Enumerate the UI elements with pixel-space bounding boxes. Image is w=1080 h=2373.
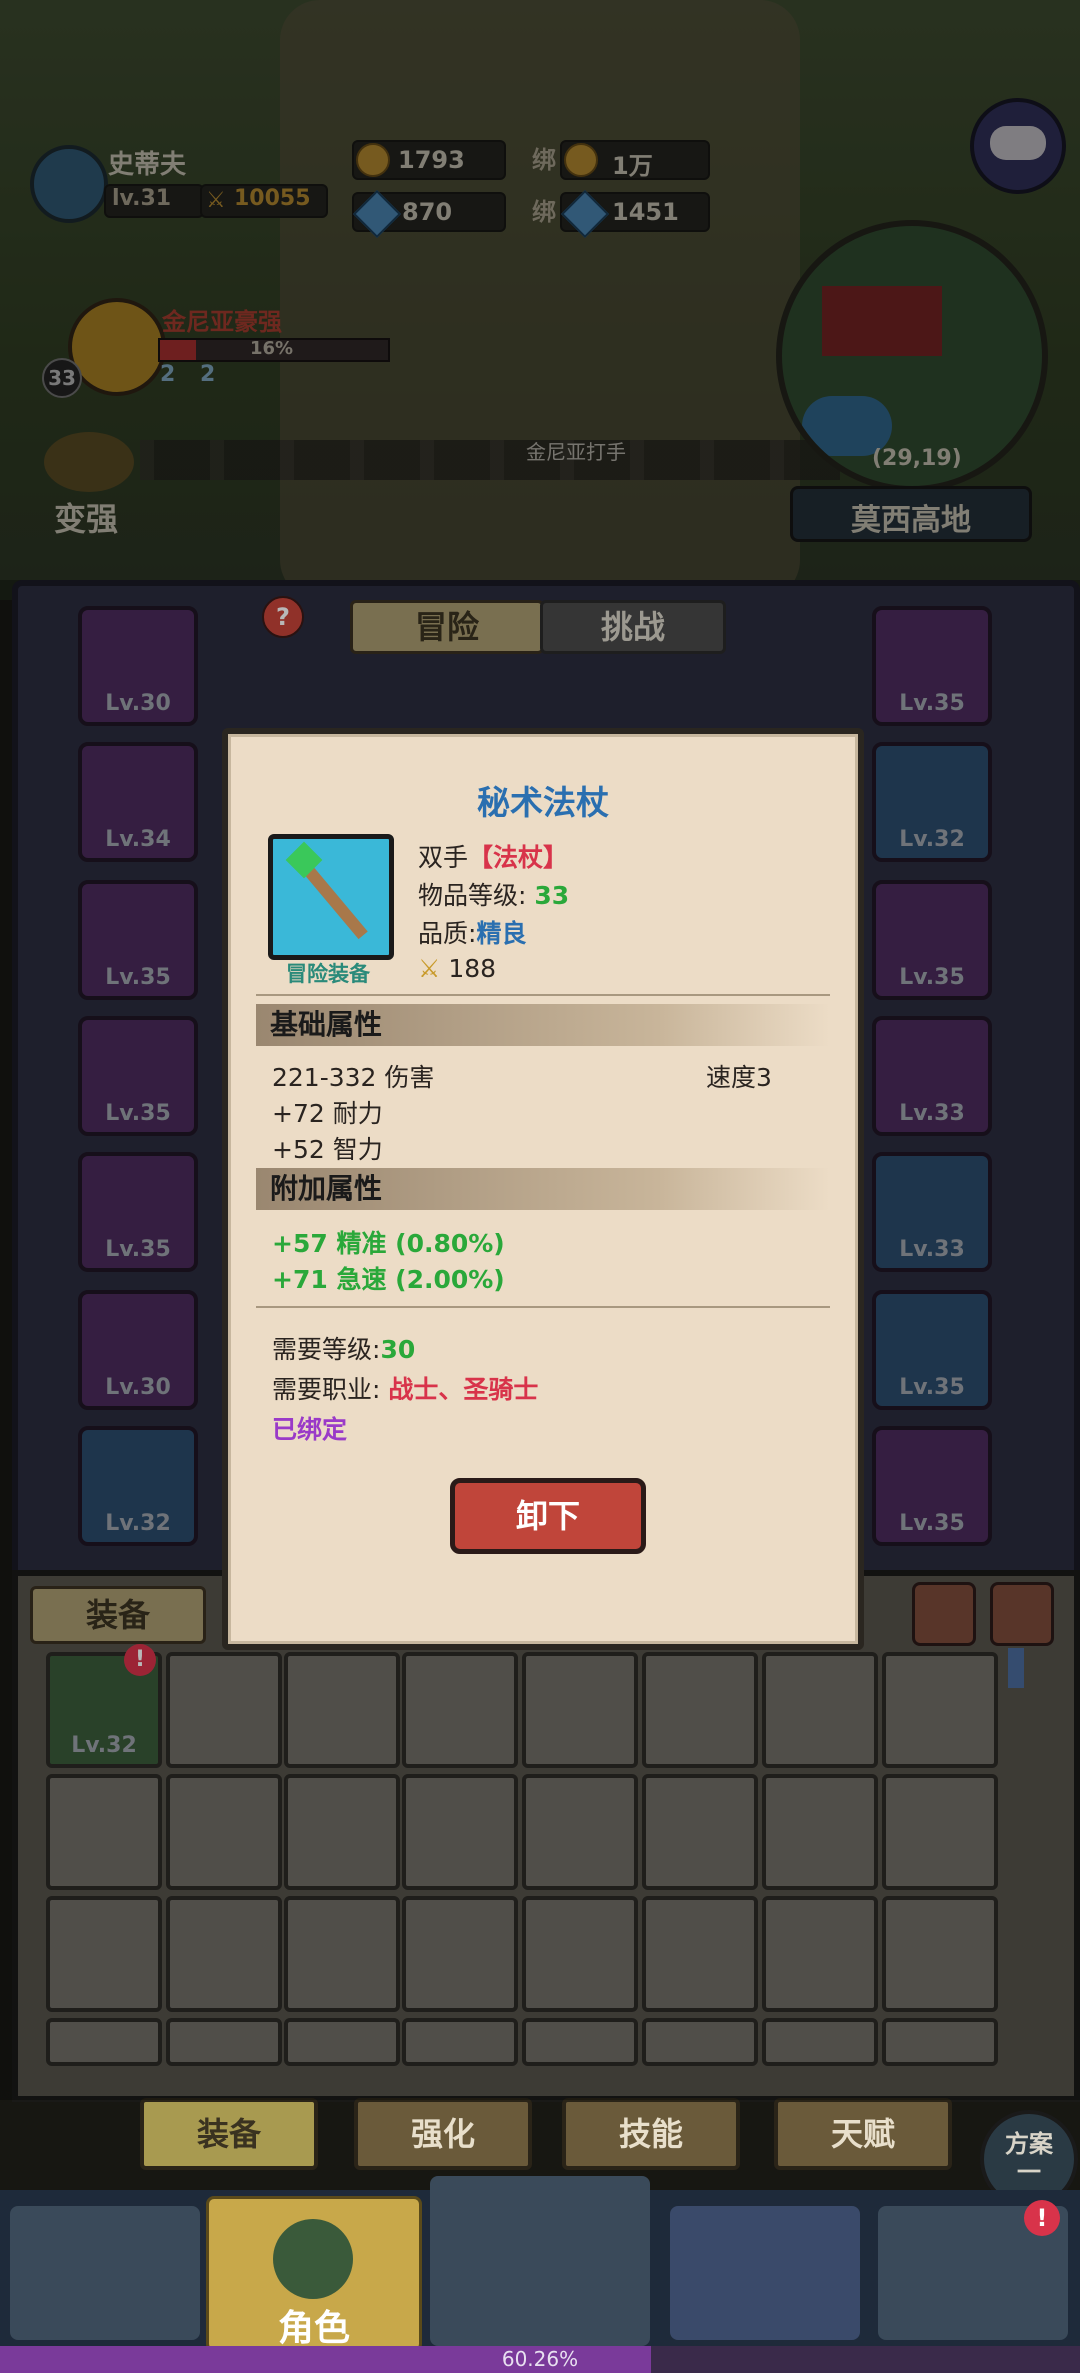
accuracy-stat: +57 精准 (0.80%): [272, 1229, 505, 1258]
stamina-stat: +72 耐力: [272, 1099, 383, 1128]
req-class-value: 战士、圣骑士: [388, 1375, 539, 1404]
intellect-stat: +52 智力: [272, 1135, 383, 1164]
item-level-row: 物品等级: 33: [418, 876, 569, 912]
item-level-value: 33: [534, 881, 570, 910]
xp-text: 60.26%: [501, 2347, 579, 2371]
item-power-row: ⚔ 188: [418, 954, 496, 983]
nav-battle-icon[interactable]: [430, 2176, 650, 2346]
subtab-talents[interactable]: 天赋: [774, 2098, 952, 2170]
item-type: 【法杖】: [468, 843, 569, 872]
damage-stat: 221-332 伤害: [272, 1063, 435, 1092]
speed-stat: 速度3: [706, 1063, 772, 1092]
subtab-enhance[interactable]: 强化: [354, 2098, 532, 2170]
hood-icon: [273, 2219, 353, 2299]
base-stats-header: 基础属性: [256, 1004, 830, 1046]
xp-bar: 60.26%: [0, 2346, 1080, 2373]
subtab-equipment[interactable]: 装备: [140, 2098, 318, 2170]
bound-status: 已绑定: [272, 1415, 348, 1444]
item-quality-value: 精良: [476, 919, 527, 948]
item-name: 秘术法杖: [477, 783, 609, 822]
subtab-skills[interactable]: 技能: [562, 2098, 740, 2170]
nav-role-label: 角色: [277, 2308, 350, 2349]
divider: [256, 1306, 830, 1308]
item-quality-label: 品质:: [418, 919, 477, 948]
item-power: 188: [448, 954, 497, 983]
req-class-label: 需要职业:: [272, 1375, 381, 1404]
item-quality-row: 品质:精良: [418, 914, 526, 950]
plan-label: 方案一: [1005, 2130, 1053, 2186]
nav-role[interactable]: 角色: [206, 2196, 422, 2352]
req-level-label: 需要等级:: [272, 1335, 381, 1364]
unequip-button[interactable]: 卸下: [450, 1478, 646, 1554]
extra-stats-header: 附加属性: [256, 1168, 830, 1210]
req-class-row: 需要职业: 战士、圣骑士: [272, 1370, 538, 1406]
haste-stat: +71 急速 (2.00%): [272, 1265, 505, 1294]
item-category: 冒险装备: [286, 962, 370, 986]
item-hand-row: 双手【法杖】: [418, 838, 568, 874]
req-level-row: 需要等级:30: [272, 1330, 415, 1366]
staff-icon: [268, 834, 394, 960]
req-level-value: 30: [380, 1335, 416, 1364]
sword-icon: ⚔: [418, 954, 441, 983]
item-tooltip: 秘术法杖 冒险装备 双手【法杖】 物品等级: 33 品质:精良 ⚔ 188 基础…: [222, 728, 864, 1650]
item-level-label: 物品等级:: [418, 881, 527, 910]
nav-chest-icon[interactable]: [670, 2206, 860, 2340]
nav-alert-badge: !: [1024, 2200, 1060, 2236]
item-hand: 双手: [418, 843, 469, 872]
nav-map-icon[interactable]: [10, 2206, 200, 2340]
divider: [256, 994, 830, 996]
